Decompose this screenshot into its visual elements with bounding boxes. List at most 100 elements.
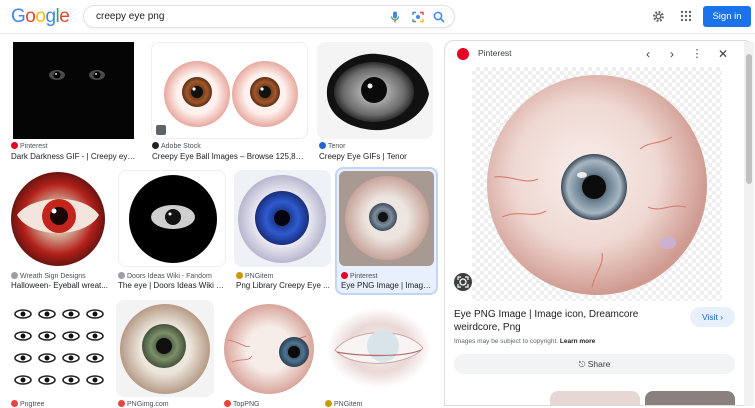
next-arrow-icon[interactable]: › (665, 47, 679, 61)
previous-arrow-icon[interactable]: ‹ (641, 47, 655, 61)
result-thumbnail[interactable] (116, 300, 214, 397)
result-title[interactable]: Halloween- Eyeball wreat... (11, 281, 109, 290)
image-badge-icon (156, 125, 166, 135)
result-thumbnail[interactable] (151, 42, 308, 139)
google-logo[interactable]: Google (11, 6, 70, 28)
microphone-icon[interactable] (388, 10, 402, 24)
scrollbar-thumb[interactable] (746, 54, 752, 184)
logo-letter: o (25, 6, 36, 27)
visit-button[interactable]: Visit › (690, 307, 735, 327)
result-thumbnail[interactable] (339, 171, 434, 266)
logo-letter: g (45, 6, 56, 27)
logo-letter: G (11, 6, 26, 27)
learn-more-link[interactable]: Learn more (560, 338, 595, 345)
result-thumbnail[interactable] (222, 300, 316, 397)
result-title[interactable]: Eye PNG Image | Image i... (341, 281, 435, 290)
source-name: Adobe Stock (161, 143, 201, 150)
result-tile[interactable]: PNGimg.com (115, 300, 215, 408)
source-name: Pinterest (350, 273, 378, 280)
result-tile[interactable]: PNGitem (322, 300, 436, 408)
sign-in-button[interactable]: Sign in (703, 6, 751, 27)
adobe-favicon (152, 142, 159, 149)
related-thumbnail[interactable] (645, 391, 735, 405)
source-name: PNGimg.com (127, 401, 169, 408)
source-name: Wreath Sign Designs (20, 273, 86, 280)
source-name: Tenor (328, 143, 346, 150)
result-tile[interactable]: Pinterest Dark Darkness GIF - | Creepy e… (10, 42, 136, 164)
large-eyeball-image (487, 75, 707, 295)
grey-eyeball-image (345, 176, 429, 260)
result-thumbnail[interactable] (9, 300, 107, 397)
source-name: PNGitem (334, 401, 363, 408)
result-source: Pinterest (341, 272, 378, 280)
source-name: Doors Ideas Wiki - Fandom (127, 273, 212, 280)
result-tile[interactable]: Tenor Creepy Eye GIFs | Tenor (316, 42, 436, 164)
preview-title[interactable]: Eye PNG Image | Image icon, Dreamcore we… (454, 308, 684, 334)
source-name: Pngtree (20, 401, 45, 408)
preview-image[interactable] (472, 67, 722, 301)
result-tile[interactable]: PNGitem Png Library Creepy Eye ... (233, 170, 333, 292)
result-source: Wreath Sign Designs (11, 272, 86, 280)
result-thumbnail[interactable] (234, 170, 331, 267)
result-tile[interactable]: Adobe Stock Creepy Eye Ball Images – Bro… (149, 42, 309, 164)
result-tile[interactable]: TopPNG (221, 300, 317, 408)
close-icon[interactable]: ✕ (716, 47, 730, 61)
result-tile-selected[interactable]: Pinterest Eye PNG Image | Image i... (337, 170, 437, 292)
share-icon: ⎋ (578, 359, 586, 369)
black-circle-eye-image (129, 175, 217, 263)
chevron-right-icon: › (720, 312, 724, 322)
pinterest-favicon (457, 48, 469, 60)
visit-label: Visit (701, 312, 718, 322)
preview-source-name[interactable]: Pinterest (478, 48, 512, 58)
lens-search-button[interactable] (454, 273, 472, 291)
result-thumbnail[interactable] (118, 170, 226, 267)
more-options-icon[interactable]: ⋮ (690, 47, 704, 60)
copyright-text: Images may be subject to copyright. (454, 338, 559, 345)
image-preview-panel: Pinterest ‹ › ⋮ ✕ Eye PNG Image | Image … (444, 40, 754, 406)
result-title[interactable]: Creepy Eye Ball Images – Browse 125,803 … (152, 152, 308, 161)
result-thumbnail[interactable] (9, 170, 107, 267)
search-box[interactable]: creepy eye png (83, 5, 455, 28)
result-title[interactable]: The eye | Doors Ideas Wiki | ... (118, 281, 226, 290)
dark-eyes-image (49, 70, 105, 80)
eye-sketches-image (14, 309, 104, 385)
result-title[interactable]: Png Library Creepy Eye ... (236, 281, 332, 290)
result-thumbnail[interactable] (323, 300, 435, 397)
logo-letter: e (59, 6, 70, 27)
result-title[interactable]: Creepy Eye GIFs | Tenor (319, 152, 434, 161)
result-source: Pinterest (11, 142, 48, 150)
pinterest-favicon (341, 272, 348, 279)
result-source: Tenor (319, 142, 346, 150)
fandom-favicon (118, 272, 125, 279)
result-source: Doors Ideas Wiki - Fandom (118, 272, 212, 280)
result-tile[interactable]: Pngtree (8, 300, 108, 408)
related-thumbnail[interactable] (550, 391, 640, 405)
lens-icon (457, 276, 469, 288)
result-source: PNGimg.com (118, 400, 169, 408)
source-name: Pinterest (20, 143, 48, 150)
gear-icon[interactable] (652, 10, 665, 23)
result-thumbnail[interactable] (317, 42, 433, 139)
blue-eyeball-image (238, 175, 326, 263)
search-input[interactable]: creepy eye png (96, 11, 164, 22)
camera-lens-icon[interactable] (411, 10, 425, 24)
result-source: Adobe Stock (152, 142, 201, 150)
eyeball-wreath-image (11, 172, 105, 266)
veined-eyeball-image (224, 304, 314, 394)
tenor-favicon (319, 142, 326, 149)
result-source: PNGitem (236, 272, 273, 280)
result-tile[interactable]: Doors Ideas Wiki - Fandom The eye | Door… (116, 170, 228, 292)
result-title[interactable]: Dark Darkness GIF - | Creepy eyes ... (11, 152, 136, 161)
apps-grid-icon[interactable] (680, 10, 692, 22)
bw-eye-image (326, 53, 429, 131)
result-source: PNGitem (325, 400, 362, 408)
source-name: TopPNG (233, 401, 260, 408)
share-button[interactable]: ⎋ Share (454, 354, 735, 374)
top-bar: Google creepy eye png Sign in (0, 0, 755, 34)
pinterest-favicon (11, 142, 18, 149)
result-thumbnail[interactable] (13, 42, 134, 139)
panel-scrollbar[interactable] (744, 42, 754, 406)
search-icon[interactable] (432, 10, 446, 24)
pngitem-favicon (236, 272, 243, 279)
result-tile[interactable]: Wreath Sign Designs Halloween- Eyeball w… (6, 170, 110, 292)
